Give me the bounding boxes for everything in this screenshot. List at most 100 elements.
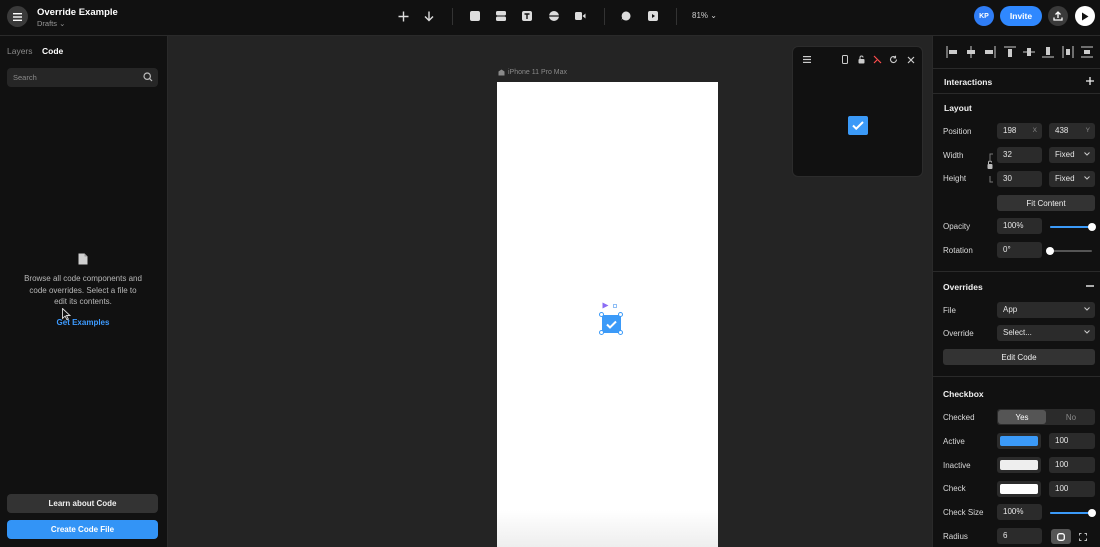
active-color-swatch[interactable] (997, 433, 1041, 449)
align-right-icon[interactable] (984, 46, 996, 58)
position-y-input[interactable]: 438 Y (1049, 123, 1095, 139)
preview-inspect-button[interactable] (873, 55, 882, 64)
frame-label[interactable]: iPhone 11 Pro Max (498, 69, 567, 76)
file-icon (78, 253, 88, 265)
position-x-input[interactable]: 198 X (997, 123, 1042, 139)
align-center-v-icon[interactable] (1023, 46, 1035, 58)
resize-handle[interactable] (599, 312, 604, 317)
check-size-input[interactable]: 100% (997, 504, 1042, 520)
tab-code[interactable]: Code (42, 46, 63, 56)
checked-no-option[interactable]: No (1047, 409, 1095, 425)
check-size-slider-fill (1050, 512, 1092, 514)
project-location[interactable]: Drafts ⌄ (37, 19, 65, 28)
section-divider (933, 93, 1100, 94)
checked-toggle[interactable]: Yes No (997, 409, 1095, 425)
radius-individual-button[interactable] (1073, 529, 1093, 544)
menu-button[interactable] (7, 6, 28, 27)
rotation-label: Rotation (943, 246, 973, 255)
chevron-down-icon (1084, 330, 1090, 334)
create-code-file-button[interactable]: Create Code File (7, 520, 158, 539)
play-button[interactable] (1075, 6, 1095, 26)
opacity-slider-knob[interactable] (1088, 223, 1096, 231)
chevron-down-icon (1084, 152, 1090, 156)
radius-input[interactable]: 6 (997, 528, 1042, 544)
stack-tool-button[interactable] (494, 9, 508, 23)
rotation-slider-knob[interactable] (1046, 247, 1054, 255)
checkbox-title: Checkbox (943, 389, 984, 399)
zoom-control[interactable]: 81% ⌄ (692, 11, 717, 20)
opacity-slider[interactable] (1050, 223, 1096, 231)
preview-lock-button[interactable] (857, 55, 866, 64)
check-size-slider-knob[interactable] (1088, 509, 1096, 517)
avatar[interactable]: KP (974, 6, 994, 26)
grid-tool-button[interactable] (547, 9, 561, 23)
tab-layers[interactable]: Layers (7, 46, 33, 56)
project-title[interactable]: Override Example (37, 7, 118, 18)
link-dimensions-icon[interactable] (986, 153, 994, 183)
play-icon (1082, 12, 1089, 20)
chevron-down-icon (1084, 307, 1090, 311)
distribute-vertical-icon[interactable] (1081, 46, 1093, 58)
video-icon (574, 12, 585, 20)
close-icon (907, 56, 914, 63)
insert-button[interactable] (396, 9, 410, 23)
preview-checkbox[interactable] (848, 116, 868, 135)
check-size-slider[interactable] (1050, 509, 1096, 517)
toolbar-divider (452, 8, 453, 25)
opacity-slider-fill (1050, 226, 1092, 228)
active-opacity-input[interactable]: 100 (1049, 433, 1095, 449)
inactive-color-swatch[interactable] (997, 457, 1041, 473)
file-select[interactable]: App (997, 302, 1095, 318)
publish-button[interactable] (1048, 6, 1068, 26)
opacity-input[interactable]: 100% (997, 218, 1042, 234)
resize-handle[interactable] (618, 330, 623, 335)
height-mode-select[interactable]: Fixed (1049, 171, 1095, 187)
fit-content-button[interactable]: Fit Content (997, 195, 1095, 211)
override-select[interactable]: Select... (997, 325, 1095, 341)
invite-button[interactable]: Invite (1000, 6, 1042, 26)
preview-button[interactable] (646, 9, 660, 23)
frame-tool-button[interactable] (468, 9, 482, 23)
checked-yes-option[interactable]: Yes (998, 410, 1046, 424)
rotation-input[interactable]: 0° (997, 242, 1042, 258)
plus-icon (398, 11, 408, 21)
preview-menu-button[interactable] (802, 55, 811, 64)
preview-window[interactable] (792, 46, 923, 177)
arrow-down-icon (424, 11, 434, 21)
height-input[interactable]: 30 (997, 171, 1042, 187)
unlock-icon (858, 55, 865, 64)
resize-handle[interactable] (618, 312, 623, 317)
check-color-swatch[interactable] (997, 481, 1041, 497)
check-color-fill (1000, 484, 1038, 494)
height-label: Height (943, 174, 967, 183)
check-opacity-input[interactable]: 100 (1049, 481, 1095, 497)
chevron-down-icon: ⌄ (59, 19, 66, 28)
preview-device-button[interactable] (840, 55, 849, 64)
learn-about-code-button[interactable]: Learn about Code (7, 494, 158, 513)
import-button[interactable] (422, 9, 436, 23)
add-interaction-icon[interactable] (1086, 77, 1094, 85)
comment-button[interactable] (619, 9, 633, 23)
resize-handle[interactable] (599, 330, 604, 335)
width-input[interactable]: 32 (997, 147, 1042, 163)
align-center-h-icon[interactable] (965, 46, 977, 58)
align-bottom-icon[interactable] (1042, 46, 1054, 58)
section-divider (933, 68, 1100, 69)
file-label: File (943, 306, 956, 315)
align-left-icon[interactable] (946, 46, 958, 58)
search-input[interactable]: Search (7, 68, 158, 87)
get-examples-link[interactable]: Get Examples (40, 318, 126, 327)
edit-code-button[interactable]: Edit Code (943, 349, 1095, 365)
inactive-opacity-input[interactable]: 100 (1049, 457, 1095, 473)
distribute-horizontal-icon[interactable] (1062, 46, 1074, 58)
text-tool-button[interactable] (520, 9, 534, 23)
collapse-icon[interactable] (1086, 285, 1094, 287)
preview-close-button[interactable] (906, 55, 915, 64)
width-mode-select[interactable]: Fixed (1049, 147, 1095, 163)
check-icon (852, 121, 864, 130)
radius-uniform-button[interactable] (1051, 529, 1071, 544)
align-top-icon[interactable] (1004, 46, 1016, 58)
video-tool-button[interactable] (573, 9, 587, 23)
preview-reload-button[interactable] (889, 55, 898, 64)
rotation-slider[interactable] (1046, 247, 1092, 255)
